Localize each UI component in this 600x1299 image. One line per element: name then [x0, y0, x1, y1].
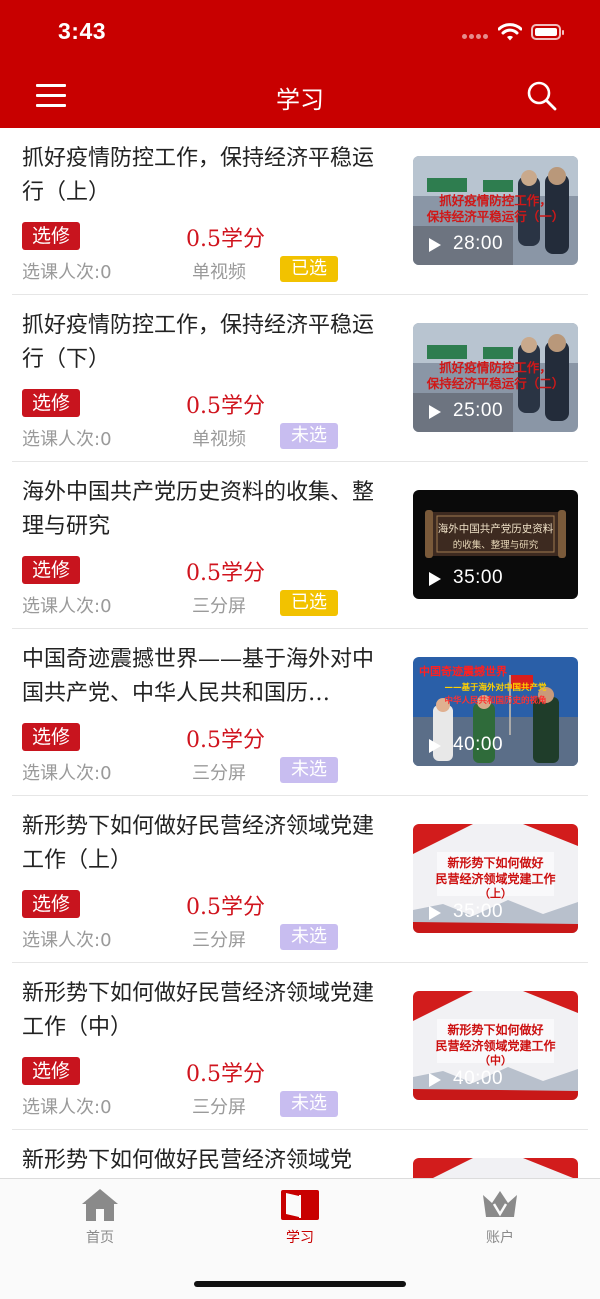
- video-duration: 25:00: [453, 400, 504, 421]
- thumbnail-caption-line: 新形势下如何做好: [447, 1023, 544, 1037]
- course-title: 抓好疫情防控工作，保持经济平稳运行（上）: [22, 146, 375, 205]
- video-duration: 40:00: [453, 1068, 504, 1089]
- thumbnail-caption-line: 保持经济平稳运行（一）: [426, 209, 565, 224]
- course-item[interactable]: 新形势下如何做好民营经济领域党: [0, 1130, 600, 1178]
- selection-status-badge: 未选: [280, 924, 338, 950]
- video-type: 三分屏: [192, 930, 246, 951]
- video-type: 单视频: [192, 429, 246, 450]
- play-icon: [429, 1073, 441, 1087]
- selection-status-badge: 未选: [280, 757, 338, 783]
- selection-status-badge: 已选: [280, 256, 338, 282]
- course-thumbnail[interactable]: 新形势下如何做好 民营经济领域党建工作 （中） 40:00: [413, 991, 578, 1100]
- elective-badge: 选修: [22, 723, 80, 751]
- course-title: 抓好疫情防控工作，保持经济平稳运行（下）: [22, 313, 375, 372]
- course-credit: 0.5学分: [186, 728, 265, 753]
- video-type: 单视频: [192, 262, 246, 283]
- selection-status-badge: 未选: [280, 1091, 338, 1117]
- video-type: 三分屏: [192, 1097, 246, 1118]
- tab-account[interactable]: 账户: [450, 1187, 550, 1251]
- page-title: 学习: [276, 86, 324, 114]
- battery-icon: [531, 24, 564, 40]
- video-type: 三分屏: [192, 596, 246, 617]
- thumbnail-caption-line: 的收集、整理与研究: [452, 540, 539, 551]
- course-item[interactable]: 新形势下如何做好民营经济领域党建工作（中） 选修 0.5学分 选课人次:0 三分…: [0, 963, 600, 1130]
- course-title: 海外中国共产党历史资料的收集、整理与研究: [22, 480, 375, 539]
- thumbnail-caption-line: 中华人民共和国历史的视角: [444, 696, 547, 706]
- course-credit: 0.5学分: [186, 394, 265, 419]
- home-icon: [82, 1189, 118, 1221]
- thumbnail-caption-line: ——基于海外对中国共产党: [444, 683, 547, 693]
- tab-study[interactable]: 学习: [250, 1187, 350, 1251]
- selection-status-badge: 未选: [280, 423, 338, 449]
- video-type: 三分屏: [192, 763, 246, 784]
- video-duration: 40:00: [453, 734, 504, 755]
- course-thumbnail[interactable]: 新形势下如何做好 民营经济领域党建工作 （上） 35:00: [413, 824, 578, 933]
- status-time: 3:43: [58, 18, 107, 44]
- video-duration: 35:00: [453, 567, 504, 588]
- enroll-count: 选课人次:0: [22, 262, 112, 283]
- course-item[interactable]: 海外中国共产党历史资料的收集、整理与研究 选修 0.5学分 选课人次:0 三分屏…: [0, 462, 600, 629]
- course-list[interactable]: 抓好疫情防控工作，保持经济平稳运行（上） 选修 0.5学分 选课人次:0 单视频…: [0, 128, 600, 1178]
- home-indicator[interactable]: [194, 1281, 406, 1287]
- selection-status-badge: 已选: [280, 590, 338, 616]
- elective-badge: 选修: [22, 389, 80, 417]
- enroll-count: 选课人次:0: [22, 429, 112, 450]
- tab-home-label: 首页: [86, 1230, 114, 1246]
- course-title: 新形势下如何做好民营经济领域党建工作（中）: [22, 981, 375, 1040]
- video-duration: 35:00: [453, 901, 504, 922]
- tab-account-label: 账户: [486, 1230, 514, 1246]
- thumbnail-caption-line: 新形势下如何做好: [447, 856, 544, 870]
- thumbnail-caption-line: （中）: [479, 1054, 512, 1067]
- play-icon: [429, 906, 441, 920]
- enroll-count: 选课人次:0: [22, 596, 112, 617]
- elective-badge: 选修: [22, 890, 80, 918]
- search-icon[interactable]: [526, 80, 558, 112]
- book-icon: [281, 1190, 319, 1220]
- play-icon: [429, 572, 441, 586]
- bottom-tab-bar: 首页 学习 账户: [0, 1178, 600, 1299]
- wifi-icon: [498, 23, 522, 41]
- thumbnail-caption-line: 中国奇迹震撼世界: [419, 665, 507, 678]
- course-item[interactable]: 抓好疫情防控工作，保持经济平稳运行（上） 选修 0.5学分 选课人次:0 单视频…: [0, 128, 600, 295]
- play-icon: [429, 405, 441, 419]
- course-title: 新形势下如何做好民营经济领域党: [22, 1148, 353, 1173]
- tab-home[interactable]: 首页: [50, 1187, 150, 1251]
- elective-badge: 选修: [22, 556, 80, 584]
- course-credit: 0.5学分: [186, 561, 265, 586]
- play-icon: [429, 739, 441, 753]
- video-duration: 28:00: [453, 233, 504, 254]
- course-item[interactable]: 抓好疫情防控工作，保持经济平稳运行（下） 选修 0.5学分 选课人次:0 单视频…: [0, 295, 600, 462]
- thumbnail-caption-line: （上）: [479, 887, 512, 900]
- elective-badge: 选修: [22, 222, 80, 250]
- enroll-count: 选课人次:0: [22, 930, 112, 951]
- signal-icon: [462, 34, 490, 40]
- course-item[interactable]: 新形势下如何做好民营经济领域党建工作（上） 选修 0.5学分 选课人次:0 三分…: [0, 796, 600, 963]
- enroll-count: 选课人次:0: [22, 763, 112, 784]
- tab-study-label: 学习: [286, 1230, 314, 1246]
- course-item[interactable]: 中国奇迹震撼世界——基于海外对中国共产党、中华人民共和国历… 选修 0.5学分 …: [0, 629, 600, 796]
- thumbnail-caption-line: 海外中国共产党历史资料: [437, 523, 554, 535]
- course-thumbnail[interactable]: 抓好疫情防控工作， 保持经济平稳运行（一） 28:00: [413, 156, 578, 265]
- course-thumbnail[interactable]: 海外中国共产党历史资料 的收集、整理与研究 35:00: [413, 490, 578, 599]
- enroll-count: 选课人次:0: [22, 1097, 112, 1118]
- course-credit: 0.5学分: [186, 227, 265, 252]
- course-title: 中国奇迹震撼世界——基于海外对中国共产党、中华人民共和国历…: [22, 647, 375, 706]
- thumbnail-caption-line: 保持经济平稳运行（二）: [426, 376, 565, 391]
- play-icon: [429, 238, 441, 252]
- course-thumbnail[interactable]: 中国奇迹震撼世界 ——基于海外对中国共产党 中华人民共和国历史的视角 40:00: [413, 657, 578, 766]
- course-credit: 0.5学分: [186, 895, 265, 920]
- course-thumbnail[interactable]: [413, 1158, 578, 1178]
- course-title: 新形势下如何做好民营经济领域党建工作（上）: [22, 814, 375, 873]
- course-credit: 0.5学分: [186, 1062, 265, 1087]
- app-header: 3:43 学习: [0, 0, 600, 128]
- crown-icon: [483, 1191, 517, 1217]
- course-thumbnail[interactable]: 抓好疫情防控工作， 保持经济平稳运行（二） 25:00: [413, 323, 578, 432]
- elective-badge: 选修: [22, 1057, 80, 1085]
